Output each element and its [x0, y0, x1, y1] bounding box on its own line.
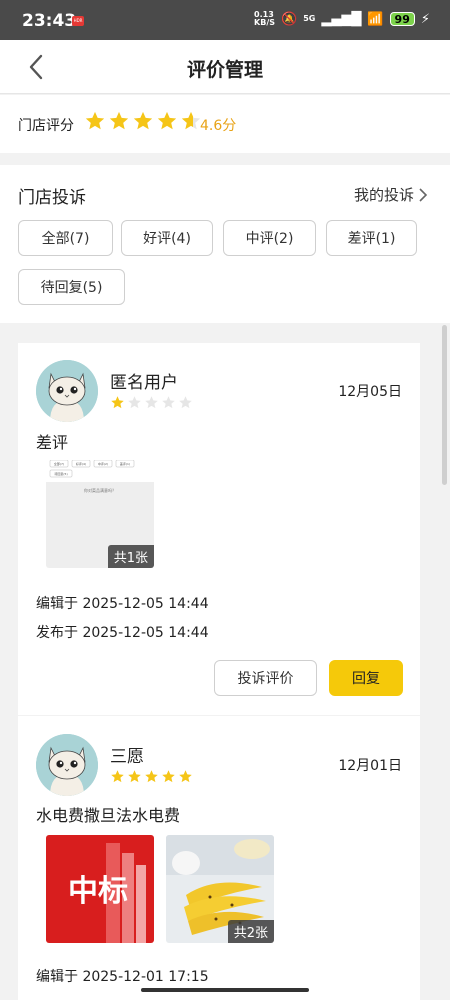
- edited-time: 编辑于 2025-12-05 14:44: [36, 596, 209, 612]
- review-text: 水电费撒旦法水电费: [36, 806, 181, 825]
- filter-pending-reply[interactable]: 待回复(5): [18, 269, 125, 305]
- star-icon: [85, 111, 105, 130]
- status-bar: 23:43 HDR 0.13 KB/S 🔕 5G ▂▄▆█ 📶 99 ⚡: [0, 0, 450, 40]
- star-icon: [133, 111, 153, 130]
- review-card: 三愿 12月01日 水电费撒旦法水电费 中标 共2张 编辑于 2025-12-0…: [18, 716, 420, 1000]
- username: 三愿: [110, 747, 144, 767]
- star-icon: [109, 111, 129, 130]
- svg-text:好评(4): 好评(4): [76, 461, 86, 466]
- review-image[interactable]: 全部(7) 好评(4) 中评(2) 差评(1) 待回复(5) 你对菜品满意吗？ …: [46, 460, 154, 568]
- review-image[interactable]: 共2张: [166, 835, 274, 943]
- navbar: 评价管理: [0, 40, 450, 94]
- star-icon: [145, 770, 158, 783]
- review-text: 差评: [36, 433, 69, 452]
- username: 匿名用户: [110, 373, 178, 393]
- charging-icon: ⚡: [420, 11, 430, 27]
- star-icon: [111, 396, 124, 409]
- filter-medium[interactable]: 中评(2): [223, 220, 316, 256]
- review-stars: [110, 769, 193, 784]
- complain-review-button[interactable]: 投诉评价: [214, 660, 317, 696]
- star-icon: [179, 396, 192, 409]
- battery-indicator: 99: [389, 12, 415, 26]
- star-icon: [128, 396, 141, 409]
- review-date: 12月01日: [338, 758, 402, 774]
- filter-good[interactable]: 好评(4): [121, 220, 213, 256]
- wifi-icon: 📶: [367, 11, 384, 27]
- star-icon: [162, 770, 175, 783]
- svg-text:中标: 中标: [68, 874, 128, 909]
- chevron-right-icon: [419, 187, 428, 202]
- review-stars: [110, 395, 193, 410]
- star-icon: [111, 770, 124, 783]
- reply-button[interactable]: 回复: [329, 660, 403, 696]
- cat-avatar-icon: [36, 734, 98, 796]
- complaints-section: 门店投诉 我的投诉 全部(7) 好评(4) 中评(2) 差评(1) 待回复(5): [0, 165, 450, 323]
- star-icon: [181, 111, 201, 130]
- network-label: 5G: [303, 14, 316, 23]
- star-icon: [162, 396, 175, 409]
- cat-avatar-icon: [36, 360, 98, 422]
- published-time: 发布于 2025-12-05 14:44: [36, 625, 209, 641]
- star-icon: [179, 770, 192, 783]
- edited-time: 编辑于 2025-12-01 17:15: [36, 969, 209, 985]
- signal-icon: ▂▄▆█: [321, 11, 362, 27]
- avatar: [36, 734, 98, 796]
- review-image[interactable]: 中标: [46, 835, 154, 943]
- svg-text:差评(1): 差评(1): [120, 461, 130, 466]
- review-date: 12月05日: [338, 384, 402, 400]
- home-indicator[interactable]: [141, 988, 309, 992]
- svg-text:待回复(5): 待回复(5): [54, 471, 67, 476]
- my-complaints-link[interactable]: 我的投诉: [354, 184, 428, 205]
- filter-all[interactable]: 全部(7): [18, 220, 113, 256]
- avatar: [36, 360, 98, 422]
- svg-text:全部(7): 全部(7): [54, 461, 64, 466]
- star-icon: [128, 770, 141, 783]
- mute-icon: 🔕: [281, 11, 298, 27]
- filter-bad[interactable]: 差评(1): [326, 220, 417, 256]
- svg-text:你对菜品满意吗？: 你对菜品满意吗？: [84, 487, 116, 493]
- store-rating-stars: [84, 110, 202, 132]
- review-card: 匿名用户 12月05日 差评 全部(7) 好评(4) 中评(2) 差评(1) 待…: [18, 343, 420, 715]
- recording-icon: HDR: [72, 16, 84, 26]
- image-count-badge: 共1张: [107, 545, 154, 568]
- status-icons: 0.13 KB/S 🔕 5G ▂▄▆█ 📶 99 ⚡: [254, 11, 430, 27]
- star-icon: [157, 111, 177, 130]
- scrollbar[interactable]: [442, 325, 447, 485]
- section-title: 门店投诉: [18, 188, 86, 208]
- image-count-badge: 共2张: [227, 920, 274, 943]
- store-rating-score: 4.6分: [200, 118, 237, 134]
- logo-thumbnail: 中标: [46, 835, 154, 943]
- svg-text:中评(2): 中评(2): [98, 461, 108, 466]
- store-rating-row: 门店评分 4.6分: [0, 95, 450, 153]
- star-icon: [145, 396, 158, 409]
- status-time: 23:43: [22, 11, 77, 31]
- store-rating-label: 门店评分: [18, 118, 74, 134]
- net-speed: 0.13 KB/S: [254, 10, 276, 27]
- page-title: 评价管理: [186, 59, 263, 81]
